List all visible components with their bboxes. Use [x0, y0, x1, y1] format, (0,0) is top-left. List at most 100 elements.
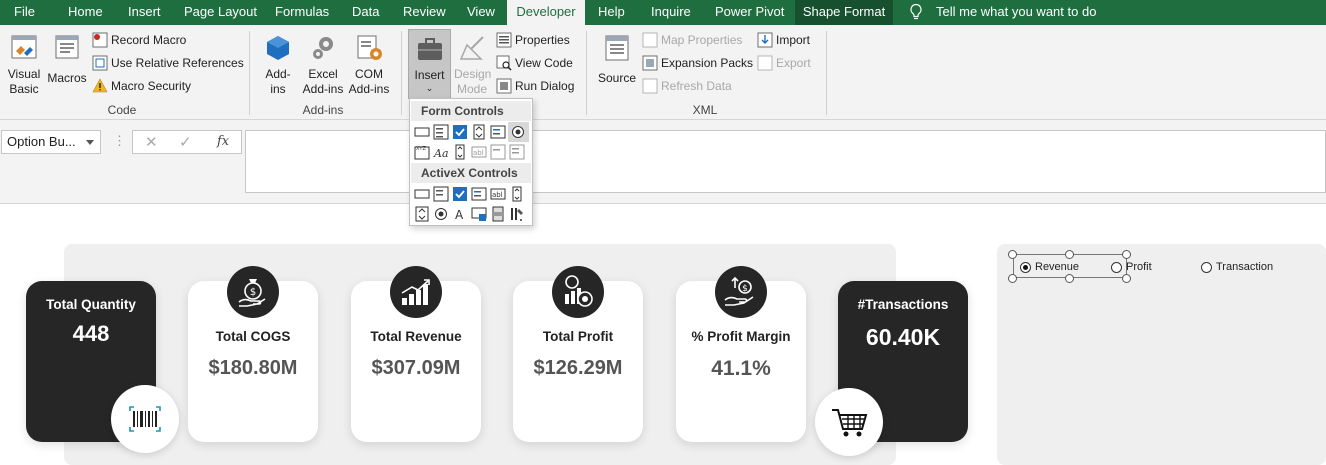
- tab-power-pivot[interactable]: Power Pivot: [715, 0, 784, 25]
- tab-page-layout[interactable]: Page Layout: [184, 0, 257, 25]
- excel-add-ins-button[interactable]: Excel Add-ins: [302, 33, 344, 97]
- group-box-control-icon[interactable]: XYZ: [414, 144, 430, 160]
- developer-ribbon: Visual Basic Macros Record Macro Use Rel…: [0, 25, 1326, 120]
- shopping-cart-icon: [832, 409, 868, 437]
- com-add-ins-button[interactable]: COM Add-ins: [347, 33, 391, 97]
- activex-spin-button-icon[interactable]: [414, 206, 430, 222]
- kpi-title: Total COGS: [215, 329, 291, 344]
- record-macro-icon: [92, 32, 108, 48]
- lightbulb-icon: [910, 3, 922, 20]
- xml-source-button[interactable]: Source: [596, 33, 638, 86]
- tab-review[interactable]: Review: [403, 0, 446, 25]
- visual-basic-icon: [11, 35, 37, 59]
- kpi-title: #Transactions: [857, 297, 949, 312]
- shopping-cart-icon-badge: [815, 388, 883, 456]
- name-box[interactable]: Option Bu...: [1, 130, 101, 154]
- com-add-ins-icon: [357, 35, 382, 60]
- export-label: Export: [776, 56, 811, 70]
- design-mode-label: Design Mode: [454, 67, 492, 96]
- tab-view[interactable]: View: [467, 0, 495, 25]
- resize-handle[interactable]: [1065, 274, 1074, 283]
- relative-references-icon: [92, 55, 108, 71]
- source-label: Source: [597, 71, 637, 85]
- excel-add-ins-label: Excel Add-ins: [302, 67, 344, 96]
- resize-handle[interactable]: [1122, 274, 1131, 283]
- tab-help[interactable]: Help: [598, 0, 625, 25]
- macro-security-label: Macro Security: [111, 79, 192, 93]
- activex-list-box-icon[interactable]: [471, 186, 487, 202]
- resize-handle[interactable]: [1065, 250, 1074, 259]
- activex-combo-box-icon[interactable]: [433, 186, 449, 202]
- enter-icon[interactable]: ✓: [179, 133, 192, 151]
- macros-button[interactable]: Macros: [46, 33, 88, 86]
- option-label: Revenue: [1035, 261, 1080, 273]
- svg-text:abl: abl: [492, 191, 503, 199]
- resize-handle[interactable]: [1008, 250, 1017, 259]
- list-box-control-icon[interactable]: [490, 124, 506, 140]
- resize-handle[interactable]: [1008, 274, 1017, 283]
- visual-basic-button[interactable]: Visual Basic: [4, 33, 44, 97]
- resize-handle[interactable]: [1122, 250, 1131, 259]
- tab-shape-format[interactable]: Shape Format: [795, 0, 893, 25]
- tab-developer[interactable]: Developer: [507, 0, 585, 25]
- combo-box-control-icon[interactable]: [433, 124, 449, 140]
- insert-function-icon[interactable]: fx: [217, 134, 229, 149]
- command-button-icon[interactable]: [414, 186, 430, 202]
- activex-image-icon[interactable]: [471, 206, 487, 222]
- tab-formulas[interactable]: Formulas: [275, 0, 329, 25]
- growth-chart-icon: [390, 266, 442, 318]
- tell-me-search[interactable]: Tell me what you want to do: [936, 0, 1096, 25]
- record-macro-label: Record Macro: [111, 33, 187, 47]
- design-mode-button[interactable]: Design Mode: [452, 33, 492, 97]
- radio-icon: [1201, 262, 1212, 273]
- option-label: Transaction: [1216, 261, 1274, 273]
- profit-coins-icon: [552, 266, 604, 318]
- tab-data[interactable]: Data: [352, 0, 379, 25]
- activex-scroll-bar-icon[interactable]: [509, 186, 525, 202]
- activex-text-box-icon[interactable]: abl: [490, 186, 506, 202]
- insert-label: Insert: [414, 68, 445, 82]
- ribbon-separator: [401, 31, 402, 115]
- more-controls-icon[interactable]: [509, 206, 525, 222]
- formula-input[interactable]: [245, 130, 1326, 193]
- more-options-icon[interactable]: ⋮: [113, 133, 126, 149]
- label-control-icon[interactable]: Aa: [433, 144, 449, 160]
- visual-basic-label: Visual Basic: [7, 67, 41, 96]
- combo-dropdown-edit-control-icon[interactable]: [509, 144, 525, 160]
- add-ins-button[interactable]: Add-ins: [258, 33, 298, 97]
- combo-list-edit-control-icon[interactable]: [490, 144, 506, 160]
- code-group-label: Code: [107, 103, 137, 117]
- insert-controls-button[interactable]: Insert ⌄: [408, 29, 451, 99]
- expansion-packs-label: Expansion Packs: [661, 56, 754, 70]
- activex-toggle-button-icon[interactable]: [490, 206, 506, 222]
- tab-inquire[interactable]: Inquire: [651, 0, 691, 25]
- worksheet[interactable]: Total Quantity 448 Total COGS $180.80M $…: [0, 205, 1326, 465]
- run-dialog-label: Run Dialog: [515, 79, 575, 93]
- ribbon-separator: [586, 31, 587, 115]
- activex-label-icon[interactable]: A: [452, 206, 468, 222]
- activex-checkbox-icon[interactable]: [452, 186, 468, 202]
- checkbox-control-icon[interactable]: [452, 124, 468, 140]
- kpi-value: 448: [72, 321, 110, 346]
- kpi-title: Total Profit: [542, 329, 614, 344]
- text-field-control-icon[interactable]: abl: [471, 144, 487, 160]
- scroll-bar-control-icon[interactable]: [452, 144, 468, 160]
- spin-button-control-icon[interactable]: [471, 124, 487, 140]
- cancel-icon[interactable]: ✕: [145, 133, 158, 151]
- svg-text:$: $: [250, 287, 256, 298]
- svg-text:A: A: [455, 208, 464, 222]
- ribbon-separator: [826, 31, 827, 115]
- tab-file[interactable]: File: [14, 0, 35, 25]
- map-properties-label: Map Properties: [661, 33, 743, 47]
- macros-label: Macros: [47, 71, 87, 85]
- activex-option-button-icon[interactable]: [433, 206, 449, 222]
- tab-home[interactable]: Home: [68, 0, 103, 25]
- tab-insert[interactable]: Insert: [128, 0, 161, 25]
- kpi-value: $126.29M: [533, 357, 623, 379]
- chevron-down-icon[interactable]: [86, 140, 94, 145]
- option-button-control-highlight[interactable]: [508, 122, 529, 142]
- com-add-ins-label: COM Add-ins: [348, 67, 390, 96]
- button-control-icon[interactable]: [414, 124, 430, 140]
- svg-text:Aa: Aa: [433, 147, 449, 160]
- view-code-label: View Code: [515, 56, 573, 70]
